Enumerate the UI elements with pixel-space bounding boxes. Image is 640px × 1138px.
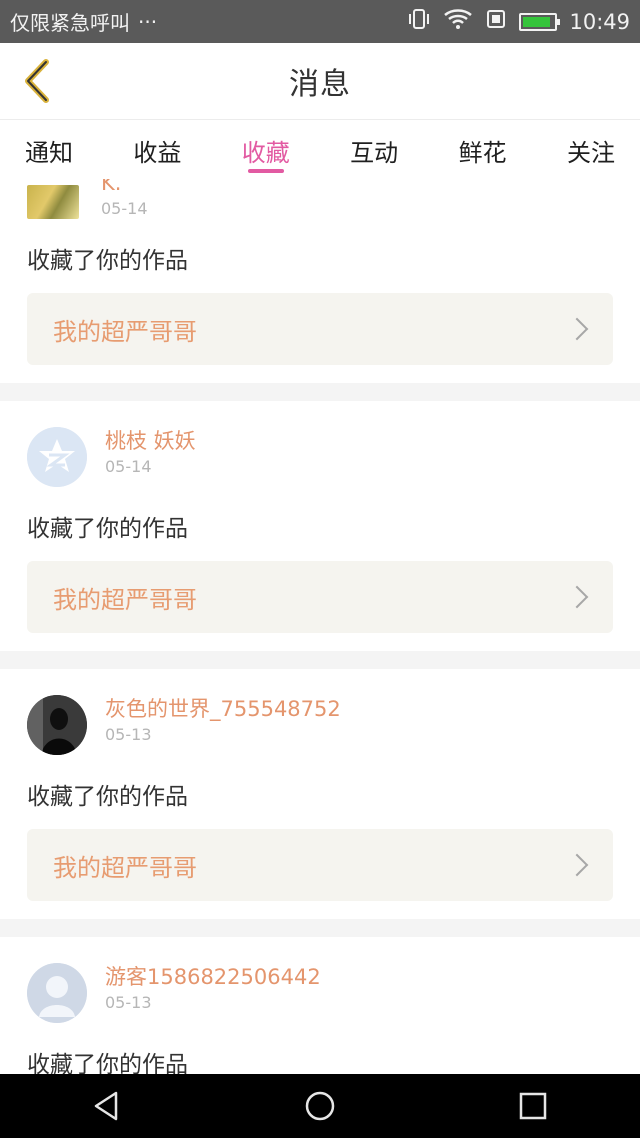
user-row[interactable]: 桃枝 妖妖 05-14 — [27, 401, 613, 487]
carrier-text: 仅限紧急呼叫 — [10, 11, 130, 35]
system-nav-bar — [0, 1074, 640, 1138]
list-item: K. 05-14 收藏了你的作品 我的超严哥哥 — [0, 179, 640, 383]
work-title: 我的超严哥哥 — [53, 853, 197, 882]
user-meta: 桃枝 妖妖 05-14 — [105, 427, 196, 476]
app-header: 消息 — [0, 43, 640, 120]
user-name[interactable]: 桃枝 妖妖 — [105, 427, 196, 455]
user-meta: K. 05-14 — [101, 179, 148, 218]
battery-icon — [519, 12, 561, 31]
status-left: 仅限紧急呼叫 ··· — [10, 7, 157, 36]
back-triangle-icon[interactable] — [77, 1076, 137, 1136]
tab-follow[interactable]: 关注 — [567, 121, 615, 179]
user-row[interactable]: K. 05-14 — [27, 179, 613, 219]
action-text: 收藏了你的作品 — [27, 784, 188, 810]
chevron-right-icon — [565, 317, 589, 341]
user-meta: 游客1586822506442 05-13 — [105, 963, 321, 1012]
work-title: 我的超严哥哥 — [53, 585, 197, 614]
tab-interaction[interactable]: 互动 — [350, 121, 398, 179]
action-text: 收藏了你的作品 — [27, 516, 188, 542]
more-dots: ··· — [138, 9, 158, 34]
work-link[interactable]: 我的超严哥哥 — [27, 561, 613, 633]
sim-icon — [485, 8, 507, 35]
page-title: 消息 — [289, 67, 351, 102]
status-bar: 仅限紧急呼叫 ··· 10:49 — [0, 0, 640, 43]
tab-income[interactable]: 收益 — [133, 121, 181, 179]
chevron-right-icon — [565, 853, 589, 877]
chevron-left-icon — [20, 58, 54, 108]
default-person-avatar[interactable] — [27, 963, 87, 1023]
list-item: 桃枝 妖妖 05-14 收藏了你的作品 我的超严哥哥 — [0, 401, 640, 651]
message-date: 05-14 — [105, 457, 152, 476]
tab-notice[interactable]: 通知 — [25, 121, 73, 179]
vibrate-icon — [407, 8, 431, 35]
work-link[interactable]: 我的超严哥哥 — [27, 293, 613, 365]
message-date: 05-13 — [105, 725, 152, 744]
user-name[interactable]: 灰色的世界_755548752 — [105, 695, 341, 723]
work-link[interactable]: 我的超严哥哥 — [27, 829, 613, 901]
clock: 10:49 — [569, 9, 630, 34]
recents-square-icon[interactable] — [503, 1076, 563, 1136]
user-row[interactable]: 游客1586822506442 05-13 — [27, 937, 613, 1023]
back-button[interactable] — [12, 55, 62, 111]
message-feed: K. 05-14 收藏了你的作品 我的超严哥哥 桃枝 妖妖 05-14 收藏了你… — [0, 179, 640, 1074]
work-title: 我的超严哥哥 — [53, 317, 197, 346]
photo-avatar[interactable] — [27, 185, 79, 219]
message-date: 05-14 — [101, 199, 148, 218]
user-name[interactable]: K. — [101, 179, 148, 197]
tab-flowers[interactable]: 鲜花 — [459, 121, 507, 179]
action-text: 收藏了你的作品 — [27, 1052, 188, 1074]
user-meta: 灰色的世界_755548752 05-13 — [105, 695, 341, 744]
message-date: 05-13 — [105, 993, 152, 1012]
tab-bar: 通知 收益 收藏 互动 鲜花 关注 — [0, 121, 640, 179]
tab-favorites[interactable]: 收藏 — [242, 121, 290, 179]
home-circle-icon[interactable] — [290, 1076, 350, 1136]
status-right: 10:49 — [407, 8, 630, 35]
user-row[interactable]: 灰色的世界_755548752 05-13 — [27, 669, 613, 755]
chevron-right-icon — [565, 585, 589, 609]
dark-avatar[interactable] — [27, 695, 87, 755]
list-item: 灰色的世界_755548752 05-13 收藏了你的作品 我的超严哥哥 — [0, 669, 640, 919]
wifi-icon — [443, 8, 473, 35]
user-name[interactable]: 游客1586822506442 — [105, 963, 321, 991]
action-text: 收藏了你的作品 — [27, 248, 188, 274]
list-item: 游客1586822506442 05-13 收藏了你的作品 — [0, 937, 640, 1074]
qzone-avatar[interactable] — [27, 427, 87, 487]
